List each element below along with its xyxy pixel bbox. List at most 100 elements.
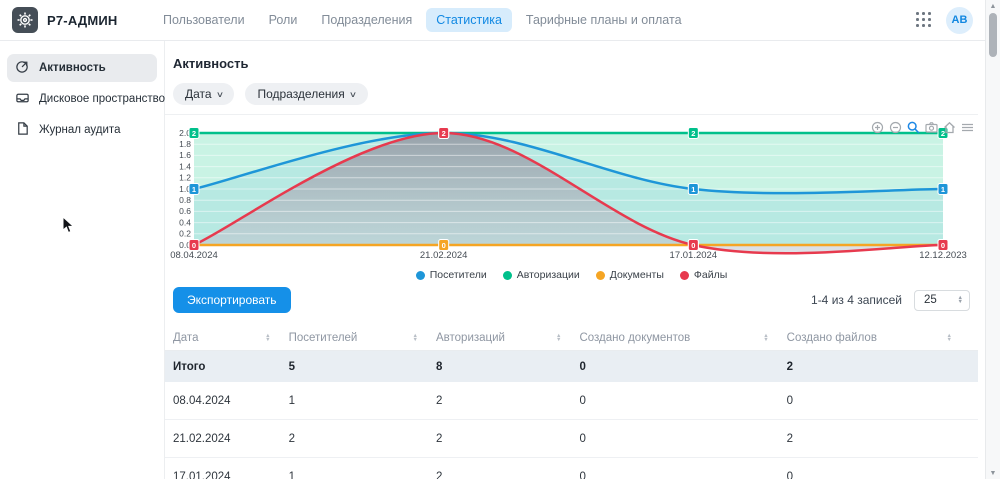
sort-icon[interactable]: ▲▼ bbox=[265, 334, 270, 343]
legend-dot-icon bbox=[680, 271, 689, 280]
table-cell: 2 bbox=[436, 433, 579, 445]
nav-item-4[interactable]: Тарифные планы и оплата bbox=[516, 8, 692, 32]
table-cell: 0 bbox=[787, 395, 970, 407]
scrollbar-thumb[interactable] bbox=[989, 13, 997, 57]
sort-icon[interactable]: ▲▼ bbox=[763, 334, 768, 343]
spinner-arrows-icon: ▲▼ bbox=[958, 296, 963, 305]
svg-text:1.6: 1.6 bbox=[179, 150, 191, 160]
sidebar-item-2[interactable]: Журнал аудита bbox=[7, 116, 157, 144]
filter-0[interactable]: Дата∨ bbox=[173, 83, 234, 105]
table-cell: 0 bbox=[579, 471, 786, 479]
svg-text:0.4: 0.4 bbox=[179, 217, 191, 227]
main-nav: ПользователиРолиПодразделенияСтатистикаТ… bbox=[153, 8, 692, 32]
menu-icon[interactable] bbox=[960, 120, 974, 134]
scroll-up-icon[interactable]: ▲ bbox=[986, 0, 1000, 12]
legend-item-2[interactable]: Документы bbox=[596, 269, 664, 281]
sort-icon[interactable]: ▲▼ bbox=[413, 334, 418, 343]
svg-text:21.02.2024: 21.02.2024 bbox=[420, 250, 468, 261]
table-cell: 2 bbox=[289, 433, 436, 445]
column-header-2: Авторизаций ▲▼ bbox=[436, 332, 579, 344]
sidebar-item-label: Журнал аудита bbox=[39, 124, 120, 136]
page: Р7-АДМИН ПользователиРолиПодразделенияСт… bbox=[0, 0, 1000, 479]
svg-text:12.12.2023: 12.12.2023 bbox=[919, 250, 967, 261]
legend-label: Документы bbox=[610, 269, 664, 281]
zoom-icon[interactable] bbox=[906, 120, 920, 134]
table-cell: 08.04.2024 bbox=[173, 395, 289, 407]
table-cell: 0 bbox=[579, 361, 786, 373]
legend-item-0[interactable]: Посетители bbox=[416, 269, 487, 281]
page-size-value: 25 bbox=[924, 294, 937, 306]
svg-text:0.2: 0.2 bbox=[179, 229, 191, 239]
sidebar-item-label: Дисковое пространство bbox=[39, 93, 165, 105]
page-title: Активность bbox=[165, 56, 978, 71]
sidebar-item-1[interactable]: Дисковое пространство bbox=[7, 85, 157, 113]
svg-text:0: 0 bbox=[941, 241, 945, 250]
filter-1[interactable]: Подразделения∨ bbox=[245, 83, 367, 105]
table-row-1[interactable]: 08.04.20241200 bbox=[165, 382, 978, 420]
top-bar: Р7-АДМИН ПользователиРолиПодразделенияСт… bbox=[0, 0, 985, 41]
export-button[interactable]: Экспортировать bbox=[173, 287, 291, 313]
svg-text:17.01.2024: 17.01.2024 bbox=[670, 250, 718, 261]
table-cell: 5 bbox=[289, 361, 436, 373]
sort-icon[interactable]: ▲▼ bbox=[947, 334, 952, 343]
svg-text:0.8: 0.8 bbox=[179, 195, 191, 205]
nav-item-2[interactable]: Подразделения bbox=[311, 8, 422, 32]
column-header-label: Авторизаций bbox=[436, 332, 505, 344]
zoom-out-icon[interactable] bbox=[888, 120, 902, 134]
legend-item-1[interactable]: Авторизации bbox=[503, 269, 580, 281]
column-header-label: Создано файлов bbox=[787, 332, 877, 344]
table-row-2[interactable]: 21.02.20242202 bbox=[165, 420, 978, 458]
svg-text:2: 2 bbox=[691, 129, 695, 138]
table-cell: 2 bbox=[436, 395, 579, 407]
legend-dot-icon bbox=[416, 271, 425, 280]
table-cell: 0 bbox=[787, 471, 970, 479]
table-cell: 2 bbox=[787, 433, 970, 445]
activity-table: Дата▲▼Посетителей▲▼Авторизаций▲▼Создано … bbox=[165, 326, 978, 479]
home-icon[interactable] bbox=[942, 120, 956, 134]
legend-dot-icon bbox=[596, 271, 605, 280]
column-header-3: Создано документов▲▼ bbox=[579, 332, 786, 344]
avatar[interactable]: АВ bbox=[946, 7, 973, 34]
column-header-4: Создано файлов ▲▼ bbox=[787, 332, 970, 344]
table-cell: 8 bbox=[436, 361, 579, 373]
legend-item-3[interactable]: Файлы bbox=[680, 269, 727, 281]
sidebar-item-label: Активность bbox=[39, 62, 106, 74]
table-cell: 1 bbox=[289, 471, 436, 479]
filter-label: Подразделения bbox=[257, 87, 344, 101]
svg-text:0: 0 bbox=[691, 241, 695, 250]
disk-icon bbox=[15, 90, 30, 108]
table-cell: 2 bbox=[787, 361, 970, 373]
column-header-label: Посетителей bbox=[289, 332, 358, 344]
audit-log-icon bbox=[15, 121, 30, 139]
filters-row: Дата∨Подразделения∨ bbox=[165, 83, 978, 105]
sidebar-item-0[interactable]: Активность bbox=[7, 54, 157, 82]
nav-item-1[interactable]: Роли bbox=[259, 8, 308, 32]
svg-text:2: 2 bbox=[192, 129, 196, 138]
svg-text:0: 0 bbox=[442, 241, 446, 250]
apps-grid-icon[interactable] bbox=[916, 12, 932, 28]
filter-label: Дата bbox=[185, 87, 212, 101]
table-cell: 0 bbox=[579, 395, 786, 407]
nav-item-0[interactable]: Пользователи bbox=[153, 8, 255, 32]
camera-icon[interactable] bbox=[924, 120, 938, 134]
chart-modebar bbox=[870, 120, 974, 134]
legend-label: Посетители bbox=[430, 269, 487, 281]
column-header-0: Дата▲▼ bbox=[173, 332, 289, 344]
table-row-3[interactable]: 17.01.20241200 bbox=[165, 458, 978, 479]
table-cell: 2 bbox=[436, 471, 579, 479]
page-size-select[interactable]: 25 ▲▼ bbox=[914, 290, 970, 311]
sort-icon[interactable]: ▲▼ bbox=[556, 334, 561, 343]
nav-item-3[interactable]: Статистика bbox=[426, 8, 512, 32]
table-row-0[interactable]: Итого5802 bbox=[165, 351, 978, 382]
table-header-row: Дата▲▼Посетителей▲▼Авторизаций▲▼Создано … bbox=[165, 326, 978, 351]
scrollbar[interactable]: ▲ ▼ bbox=[985, 0, 1000, 479]
activity-chart: 0.00.20.40.60.81.01.21.41.61.82.008.04.2… bbox=[165, 114, 978, 281]
legend-label: Авторизации bbox=[517, 269, 580, 281]
svg-text:2: 2 bbox=[442, 129, 446, 138]
zoom-in-icon[interactable] bbox=[870, 120, 884, 134]
chart-canvas[interactable]: 0.00.20.40.60.81.01.21.41.61.82.008.04.2… bbox=[165, 118, 978, 264]
chevron-down-icon: ∨ bbox=[215, 90, 223, 99]
svg-text:0.6: 0.6 bbox=[179, 206, 191, 216]
brand-title: Р7-АДМИН bbox=[47, 13, 118, 28]
scroll-down-icon[interactable]: ▼ bbox=[986, 467, 1000, 479]
